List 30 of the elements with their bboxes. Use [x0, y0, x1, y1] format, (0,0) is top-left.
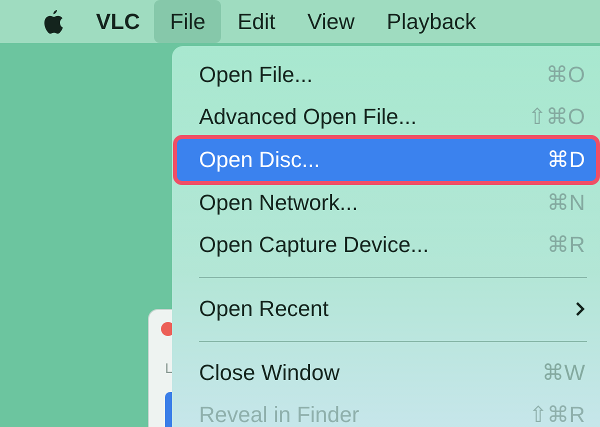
menu-item-label: Close Window	[199, 360, 341, 386]
menu-item[interactable]: Advanced Open File... ⇧⌘O	[176, 96, 597, 138]
menu-item[interactable]: Open Capture Device... ⌘R	[176, 224, 597, 266]
menu-item-label: Open File...	[199, 62, 314, 88]
window-label: L	[165, 360, 173, 376]
shortcut-label: ⇧⌘O	[528, 104, 585, 130]
menu-bar-item[interactable]: File	[154, 0, 222, 43]
shortcut-label: ⇧⌘R	[529, 402, 585, 427]
menu-item-label: Open Network...	[199, 190, 359, 216]
shortcut-label: ⌘O	[546, 62, 585, 88]
menu-item-label: Open Disc...	[199, 147, 322, 173]
menu-bar-item[interactable]: Playback	[370, 0, 492, 43]
app-name-menu[interactable]: VLC	[96, 8, 140, 34]
menu-item[interactable]: Open Recent	[176, 288, 597, 330]
menu-item-label: Reveal in Finder	[199, 402, 360, 427]
menu-item[interactable]: Open Network... ⌘N	[176, 182, 597, 224]
shortcut-label: ⌘D	[547, 147, 585, 173]
menu-item[interactable]: Open Disc... ⌘D	[176, 138, 597, 182]
shortcut-label: ⌘N	[547, 190, 585, 216]
menu-bar-item[interactable]: View	[291, 0, 371, 43]
shortcut-label: ⌘R	[547, 232, 585, 258]
shortcut-label: ⌘W	[542, 360, 585, 386]
apple-logo-icon[interactable]	[42, 8, 64, 34]
chevron-right-icon	[575, 301, 585, 317]
menu-item-label: Open Recent	[199, 296, 330, 322]
menu-item[interactable]: Open File... ⌘O	[176, 54, 597, 96]
menu-item-label: Open Capture Device...	[199, 232, 430, 258]
menu-item-label: Advanced Open File...	[199, 104, 418, 130]
menu-bar-item[interactable]: Edit	[221, 0, 292, 43]
menu-item[interactable]: Close Window ⌘W	[176, 352, 597, 394]
